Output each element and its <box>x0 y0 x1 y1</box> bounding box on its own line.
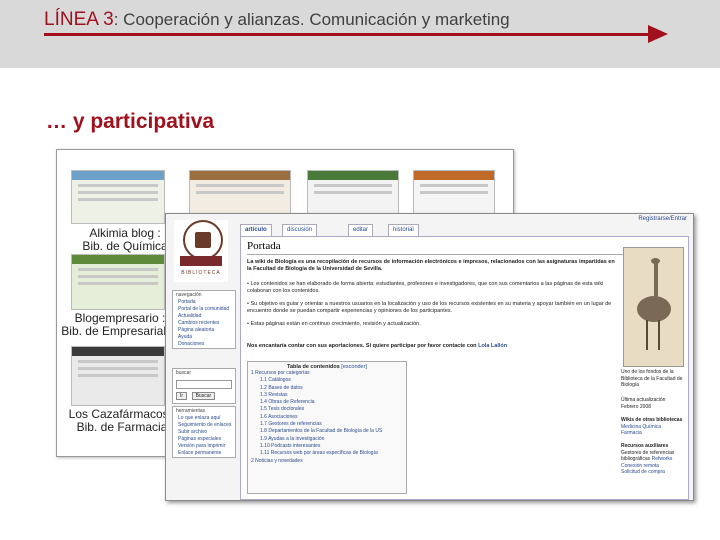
nav-item[interactable]: Portal de la comunidad <box>173 306 235 313</box>
caption-cazafarmacos: Los Cazafármacos : Bib. de Farmacia <box>65 408 179 434</box>
update-date: Febrero 2008 <box>621 403 652 410</box>
blog-screenshot-cazafarmacos <box>71 346 165 406</box>
search-title: buscar <box>176 370 192 376</box>
image-caption: Uno de los fondos de la Biblioteca de la… <box>621 369 683 388</box>
wiki-screenshot: Registrarse/Entrar BIBLIOTECA navegación… <box>165 213 694 501</box>
nav-item[interactable]: Cambios recientes <box>173 320 235 327</box>
toc-item[interactable]: 1.4 Obras de Referencia <box>248 399 406 406</box>
toc-item[interactable]: 1.6 Asociaciones <box>248 414 406 421</box>
intro-paragraph: La wiki de Biología es una recopilación … <box>247 259 615 272</box>
ostrich-illustration <box>623 247 684 367</box>
caption-line: Bib. de Empresariales <box>61 324 179 338</box>
tools-title: herramientas <box>176 408 206 414</box>
logo-mark <box>180 256 222 266</box>
navigation-title: navegación <box>176 292 202 298</box>
caption-line: Bib. de Química <box>82 239 168 253</box>
nav-item[interactable]: Portada <box>173 299 235 306</box>
aux-resources: Recursos auxiliares Gestores de referenc… <box>621 443 685 476</box>
bullet-text: Los contenidos se han elaborado de forma… <box>247 281 604 294</box>
toc-toggle[interactable]: [esconder] <box>341 364 367 370</box>
toc-item[interactable]: 1 Recursos por categorías <box>248 370 406 377</box>
toc-item[interactable]: 1.9 Ayudas a la investigación <box>248 436 406 443</box>
contact-link[interactable]: Lola Lallón <box>478 343 507 349</box>
toc-item[interactable]: 1.7 Gestores de referencias <box>248 421 406 428</box>
toc-item[interactable]: 1.1 Catálogos <box>248 377 406 384</box>
tools-item[interactable]: Versión para imprimir <box>173 443 235 450</box>
other-wikis: Wikis de otras bibliotecas Medicina Quím… <box>621 417 685 437</box>
bullet-text: Estas páginas están en continuo crecimie… <box>250 321 421 327</box>
tools-item[interactable]: Lo que enlaza aquí <box>173 415 235 422</box>
wiki-link[interactable]: Farmacia <box>621 430 685 437</box>
nav-item[interactable]: Donaciones <box>173 341 235 348</box>
toc-item[interactable]: 1.10 Podcasts interesantes <box>248 443 406 450</box>
header-title-lead: LÍNEA 3 <box>44 9 114 30</box>
wiki-link[interactable]: Química <box>642 424 661 430</box>
library-logo: BIBLIOTECA <box>174 220 228 282</box>
bullet-item: • Su objetivo es guiar y orientar a nues… <box>247 301 612 314</box>
header-title: LÍNEA 3: Cooperación y alianzas. Comunic… <box>44 9 510 31</box>
user-links[interactable]: Registrarse/Entrar <box>638 216 687 222</box>
tools-item[interactable]: Páginas especiales <box>173 436 235 443</box>
caption-line: Bib. de Farmacia <box>76 420 168 434</box>
tools-item[interactable]: Enlace permanente <box>173 450 235 457</box>
slide-subtitle: … y participativa <box>46 110 215 133</box>
bullet-text: Su objetivo es guiar y orientar a nuestr… <box>247 301 612 314</box>
tools-box: herramientas Lo que enlaza aquí Seguimie… <box>172 406 236 458</box>
toc-item[interactable]: 1.11 Recursos web por áreas específicas … <box>248 450 406 457</box>
toc-item[interactable]: 2 Noticias y novedades <box>248 458 406 465</box>
nav-item[interactable]: Ayuda <box>173 334 235 341</box>
header-band: LÍNEA 3: Cooperación y alianzas. Comunic… <box>0 0 720 68</box>
title-divider <box>247 254 627 255</box>
invite-text: Nos encantaría contar con sus aportacion… <box>247 343 477 349</box>
blog-screenshot-blogempresario <box>71 254 165 310</box>
wiki-link[interactable]: Medicina <box>621 424 641 430</box>
university-seal-icon <box>183 220 223 260</box>
toc-item[interactable]: 1.2 Bases de datos <box>248 385 406 392</box>
tools-item[interactable]: Seguimiento de enlaces <box>173 422 235 429</box>
caption-blogempresario: Blogempresario : Bib. de Empresariales <box>61 312 179 338</box>
aux-link[interactable]: Solicitud de compra <box>621 469 685 476</box>
caption-alkimia: Alkimia blog : Bib. de Química <box>71 227 179 253</box>
update-info: Última actualización Febrero 2008 <box>621 397 685 410</box>
tools-item[interactable]: Subir archivo <box>173 429 235 436</box>
search-button[interactable]: Buscar <box>191 392 216 400</box>
nav-item[interactable]: Actualidad <box>173 313 235 320</box>
invite-paragraph: Nos encantaría contar con sus aportacion… <box>247 343 619 350</box>
logo-text: BIBLIOTECA <box>181 270 221 276</box>
page-title: Portada <box>247 240 281 252</box>
search-box: buscar Ir Buscar <box>172 368 236 404</box>
table-of-contents: Tabla de contenidos [esconder] 1 Recurso… <box>247 361 407 494</box>
bullet-item: • Los contenidos se han elaborado de for… <box>247 281 604 294</box>
navigation-box: navegación Portada Portal de la comunida… <box>172 290 236 349</box>
bullet-item: • Estas páginas están en continuo crecim… <box>247 321 421 327</box>
header-rule <box>44 33 654 36</box>
toc-item[interactable]: 1.3 Revistas <box>248 392 406 399</box>
blog-screenshot-alkimia <box>71 170 165 224</box>
refworks-link[interactable]: Refworks <box>652 456 673 462</box>
toc-item[interactable]: 1.5 Tesis doctorales <box>248 406 406 413</box>
toc-item[interactable]: 1.8 Departamentos de la Facultad de Biol… <box>248 428 406 435</box>
nav-item[interactable]: Página aleatoria <box>173 327 235 334</box>
go-button[interactable]: Ir <box>176 392 188 400</box>
right-arrow-icon <box>648 25 668 43</box>
header-title-rest: : Cooperación y alianzas. Comunicación y… <box>113 10 510 29</box>
article-content: Portada La wiki de Biología es una recop… <box>240 236 689 500</box>
search-input[interactable] <box>176 380 232 389</box>
